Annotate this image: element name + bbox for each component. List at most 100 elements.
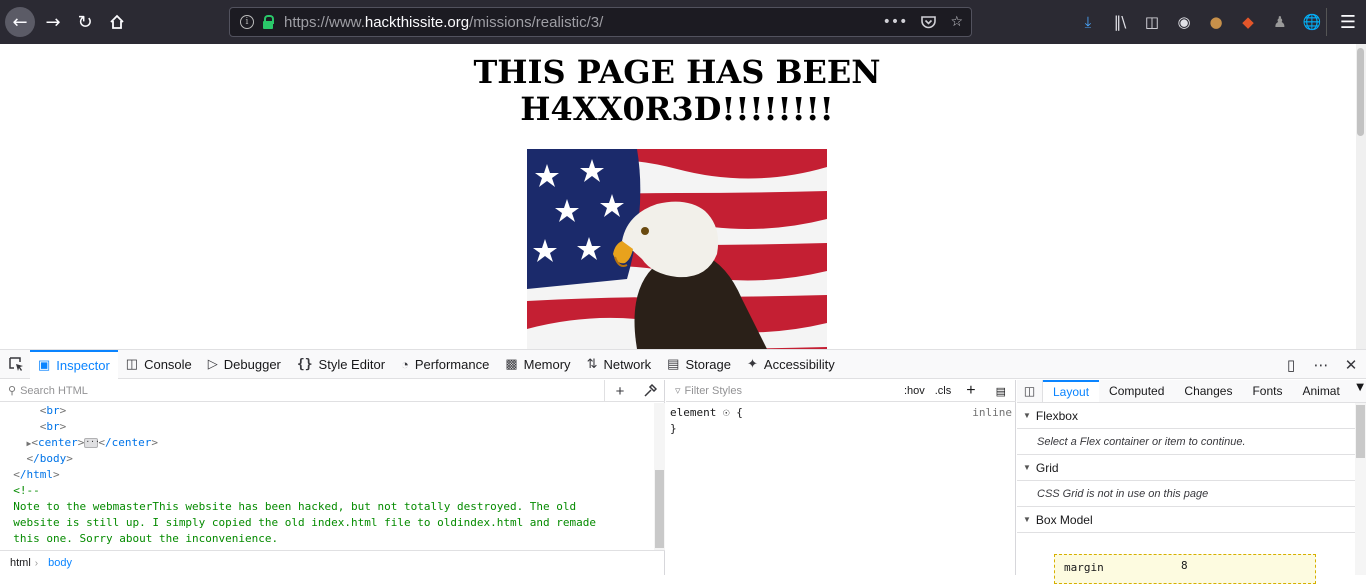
page-title: THIS PAGE HAS BEEN H4XX0R3D!!!!!!!!: [0, 54, 1354, 128]
tab-console[interactable]: ◫ Console: [118, 350, 200, 379]
breadcrumb-item-body[interactable]: body: [38, 557, 76, 569]
tab-label: Accessibility: [763, 356, 835, 372]
markup-scrollbar-thumb[interactable]: [655, 470, 664, 548]
tab-layout[interactable]: Layout: [1043, 380, 1100, 402]
arrow-left-icon: ←: [12, 11, 28, 33]
reload-button[interactable]: ↻: [70, 7, 100, 37]
element-picker-icon: [9, 357, 23, 371]
responsive-design-mode-button[interactable]: ▯: [1276, 350, 1306, 379]
tag-name: /html: [19, 468, 53, 481]
print-media-button[interactable]: ▤: [986, 385, 1016, 398]
layout-scrollbar-thumb[interactable]: [1356, 405, 1365, 458]
collapsed-content-icon[interactable]: ···: [84, 438, 100, 448]
user-agent-extension-icon[interactable]: ♟: [1264, 0, 1296, 44]
markup-line[interactable]: </html>: [0, 467, 654, 483]
tab-inspector[interactable]: ▣ Inspector: [30, 349, 118, 379]
globe-extension-icon[interactable]: 🌐: [1296, 0, 1328, 44]
rule-close-brace: }: [670, 422, 677, 435]
home-icon: [110, 14, 124, 29]
tab-memory[interactable]: ▩ Memory: [497, 350, 578, 379]
element-picker-button[interactable]: [0, 350, 30, 379]
memory-icon: ▩: [505, 356, 518, 371]
markup-line[interactable]: <br>: [0, 419, 654, 435]
tag-name: /center: [104, 436, 152, 449]
pocket-icon[interactable]: [921, 15, 937, 29]
tab-accessibility[interactable]: ✦ Accessibility: [739, 350, 843, 379]
hackbar-extension-icon[interactable]: ◆: [1232, 0, 1264, 44]
rule-source: inline: [972, 406, 1012, 419]
account-icon[interactable]: ◉: [1168, 0, 1200, 44]
plus-icon: +: [966, 382, 976, 399]
devtools-menu-button[interactable]: ⋯: [1306, 350, 1336, 379]
box-model-section-header[interactable]: ▼ Box Model: [1017, 507, 1355, 533]
tab-storage[interactable]: ▤ Storage: [659, 350, 739, 379]
tab-fonts[interactable]: Fonts: [1242, 380, 1292, 402]
markup-panel: ⚲ Search HTML + <br> <br> ▶<center>···</…: [0, 380, 665, 575]
markup-line[interactable]: </body>: [0, 451, 654, 467]
section-title: Flexbox: [1035, 408, 1078, 423]
downloads-icon[interactable]: ⤓: [1072, 0, 1104, 44]
rule-open-brace: {: [736, 406, 743, 419]
grid-section-header[interactable]: ▼ Grid: [1017, 455, 1355, 481]
site-info-icon[interactable]: i: [240, 15, 254, 29]
home-button[interactable]: [102, 7, 132, 37]
chevron-down-icon: ▼: [1023, 463, 1031, 472]
url-text[interactable]: https://www.hackthissite.org/missions/re…: [284, 14, 603, 31]
tab-performance[interactable]: ◔ Performance: [393, 350, 497, 379]
reload-icon: ↻: [77, 11, 93, 33]
box-model-margin[interactable]: margin 8: [1054, 554, 1316, 584]
add-node-button[interactable]: +: [605, 380, 635, 402]
cls-button[interactable]: .cls: [930, 385, 957, 397]
box-model-margin-value[interactable]: 8: [1181, 559, 1188, 572]
flexbox-message: Select a Flex container or item to conti…: [1017, 429, 1355, 455]
library-icon[interactable]: ‖\: [1104, 0, 1136, 44]
comment-line[interactable]: website is still up. I simply copied the…: [0, 515, 654, 531]
markup-line[interactable]: ▶<center>···</center>: [0, 435, 654, 451]
filter-styles-input[interactable]: Filter Styles: [685, 385, 742, 397]
back-button[interactable]: ←: [5, 7, 35, 37]
markup-tree[interactable]: <br> <br> ▶<center>···</center> </body> …: [0, 403, 654, 550]
page-actions-icon[interactable]: •••: [883, 14, 908, 30]
close-devtools-button[interactable]: ✕: [1336, 350, 1366, 379]
sidebar-icon[interactable]: ◫: [1136, 0, 1168, 44]
eyedropper-button[interactable]: [635, 380, 665, 402]
tabs-overflow-icon[interactable]: ▼: [1356, 382, 1364, 393]
tab-style-editor[interactable]: {} Style Editor: [289, 350, 393, 379]
forward-button[interactable]: →: [38, 7, 68, 37]
cookie-extension-icon[interactable]: ●: [1200, 0, 1232, 44]
address-bar[interactable]: i https://www.hackthissite.org/missions/…: [229, 7, 972, 37]
comment-line[interactable]: <!--: [0, 483, 654, 499]
hov-button[interactable]: :hov: [899, 385, 930, 397]
tab-label: Style Editor: [318, 356, 386, 372]
add-rule-button[interactable]: +: [956, 382, 985, 400]
comment-text: this one. Sorry about the inconvenience.: [13, 532, 279, 545]
performance-icon: ◔: [401, 356, 409, 372]
debugger-icon: ▷: [207, 356, 218, 371]
tab-computed[interactable]: Computed: [1099, 380, 1174, 402]
tab-debugger[interactable]: ▷ Debugger: [200, 350, 289, 379]
element-target-icon[interactable]: ☉: [723, 406, 730, 419]
tab-label: Inspector: [56, 357, 110, 373]
bookmark-star-icon[interactable]: ☆: [950, 14, 963, 30]
rules-panel: ▿ Filter Styles :hov .cls + ▤ element ☉ …: [666, 380, 1016, 575]
tag-name: br: [46, 404, 60, 417]
search-html-input[interactable]: Search HTML: [20, 385, 88, 397]
tab-label: Memory: [523, 356, 571, 372]
comment-line[interactable]: Note to the webmasterThis website has be…: [0, 499, 654, 515]
breadcrumb-item-html[interactable]: html: [0, 557, 35, 569]
flexbox-section-header[interactable]: ▼ Flexbox: [1017, 403, 1355, 429]
tab-network[interactable]: ⇅ Network: [579, 350, 660, 379]
page-scrollbar-thumb[interactable]: [1357, 48, 1364, 136]
markup-line[interactable]: <br>: [0, 403, 654, 419]
rule-selector: element: [670, 406, 717, 419]
comment-line[interactable]: this one. Sorry about the inconvenience.: [0, 531, 654, 547]
tab-animations[interactable]: Animat: [1292, 380, 1349, 402]
search-html-bar: ⚲ Search HTML +: [0, 380, 665, 402]
tag-name: br: [46, 420, 60, 433]
tab-changes[interactable]: Changes: [1174, 380, 1242, 402]
toggle-sidebar-button[interactable]: ◫: [1017, 380, 1043, 402]
element-rule[interactable]: element ☉ { } inline: [670, 405, 1012, 437]
hamburger-menu-button[interactable]: ☰: [1334, 7, 1362, 37]
browser-toolbar: ← → ↻ i https://www.hackthissite.org/mis…: [0, 0, 1366, 44]
filter-styles-bar: ▿ Filter Styles :hov .cls + ▤: [666, 380, 1016, 402]
